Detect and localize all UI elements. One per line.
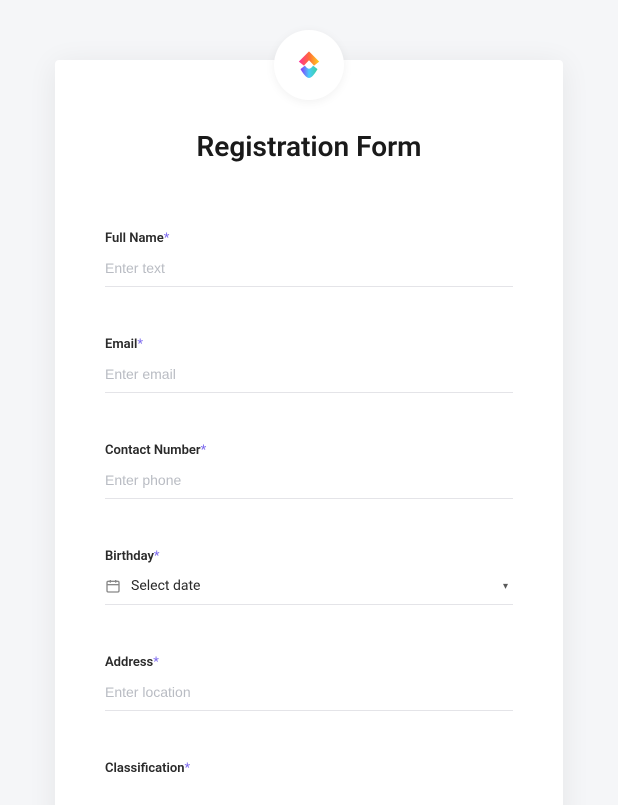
field-classification: Classification* xyxy=(105,761,513,776)
form-title: Registration Form xyxy=(105,130,513,163)
label-contact: Contact Number* xyxy=(105,443,513,458)
input-row-email[interactable] xyxy=(105,366,513,393)
birthday-placeholder: Select date xyxy=(131,578,493,594)
address-input[interactable] xyxy=(105,684,513,700)
logo-badge xyxy=(274,30,344,100)
field-email: Email* xyxy=(105,337,513,393)
label-full-name: Full Name* xyxy=(105,231,513,246)
contact-input[interactable] xyxy=(105,472,513,488)
label-birthday: Birthday* xyxy=(105,549,513,564)
chevron-down-icon: ▾ xyxy=(503,581,513,592)
full-name-input[interactable] xyxy=(105,260,513,276)
label-text: Email xyxy=(105,337,137,352)
label-text: Classification xyxy=(105,761,185,776)
required-asterisk: * xyxy=(185,761,191,776)
clickup-logo-icon xyxy=(292,48,326,82)
label-text: Full Name xyxy=(105,231,164,246)
required-asterisk: * xyxy=(164,231,170,246)
input-row-address[interactable] xyxy=(105,684,513,711)
birthday-select[interactable]: Select date ▾ xyxy=(105,578,513,605)
required-asterisk: * xyxy=(153,655,159,670)
label-text: Address xyxy=(105,655,153,670)
calendar-icon xyxy=(105,578,121,594)
email-input[interactable] xyxy=(105,366,513,382)
label-email: Email* xyxy=(105,337,513,352)
required-asterisk: * xyxy=(201,443,207,458)
registration-card: Registration Form Full Name* Email* Cont… xyxy=(55,60,563,805)
field-contact: Contact Number* xyxy=(105,443,513,499)
required-asterisk: * xyxy=(137,337,143,352)
input-row-contact[interactable] xyxy=(105,472,513,499)
label-classification: Classification* xyxy=(105,761,513,776)
input-row-full-name[interactable] xyxy=(105,260,513,287)
label-text: Contact Number xyxy=(105,443,201,458)
field-full-name: Full Name* xyxy=(105,231,513,287)
field-address: Address* xyxy=(105,655,513,711)
label-text: Birthday xyxy=(105,549,154,564)
required-asterisk: * xyxy=(154,549,160,564)
field-birthday: Birthday* Select date ▾ xyxy=(105,549,513,605)
label-address: Address* xyxy=(105,655,513,670)
